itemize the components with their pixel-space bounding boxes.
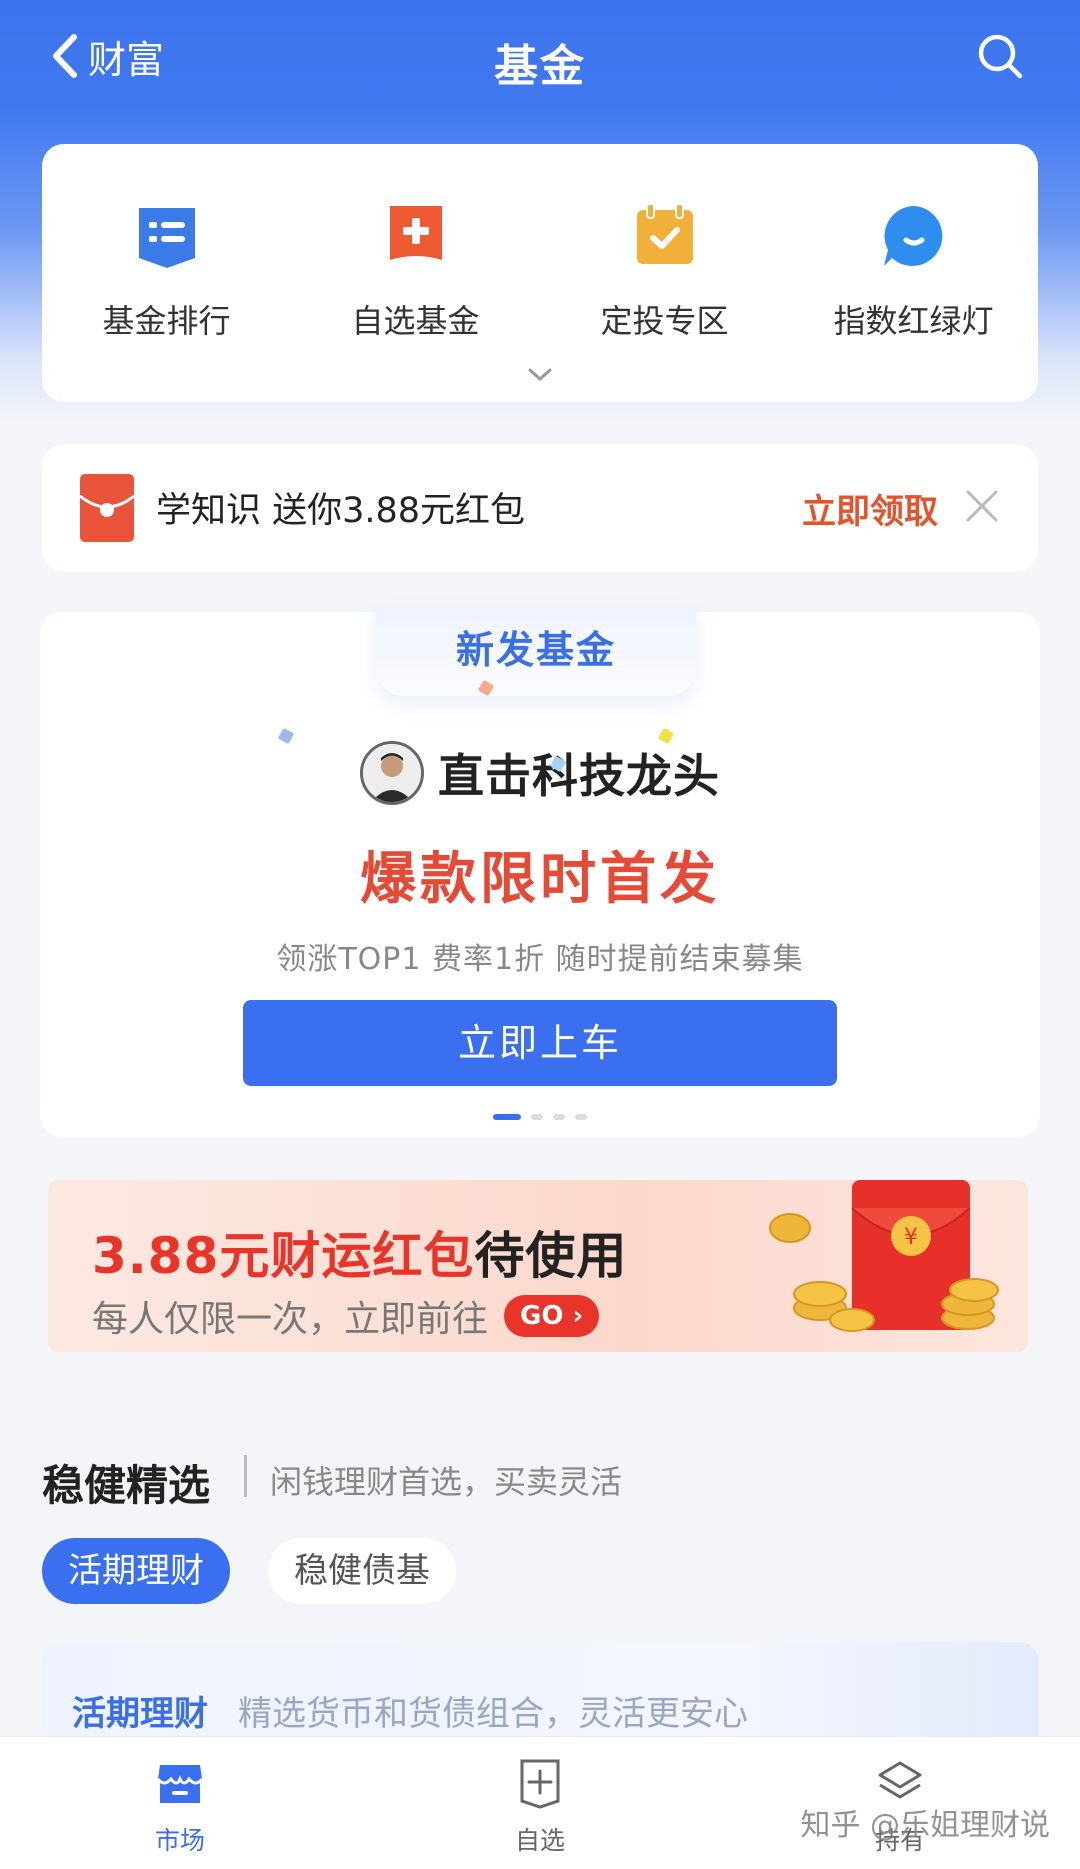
calendar-check-icon [636,203,693,264]
red-envelope-coins-illustration: ¥ [769,1180,999,1332]
quick-item-label: 指数红绿灯 [833,302,994,340]
quick-item-label: 自选基金 [351,302,480,340]
section-subtitle: 闲钱理财首选，买卖灵活 [270,1463,623,1501]
new-fund-slogan: 爆款限时首发 [360,847,720,912]
chip-stable-bond[interactable]: 稳健债基 [268,1538,456,1604]
red-packet-amount: 3.88元财运红包 [92,1227,475,1285]
new-fund-headline-row: 直击科技龙头 [40,740,1040,806]
close-icon[interactable] [964,488,1000,524]
quick-item-label: 定投专区 [600,302,729,340]
page-title: 基金 [494,41,586,92]
claim-now-button[interactable]: 立即领取 [802,484,938,533]
add-square-icon [520,1759,560,1809]
promo-text: 学知识 送你3.88元红包 [156,491,526,531]
fund-manager-avatar [360,741,424,805]
product-card-title: 活期理财 [72,1694,208,1734]
top-nav-bar: 财富 基金 [0,0,1080,115]
tab-label: 自选 [514,1826,565,1855]
tab-market[interactable]: 市场 [110,1757,250,1857]
store-icon [156,1765,204,1803]
red-packet-subtitle-row: 每人仅限一次，立即前往 GO › [92,1290,600,1342]
section-divider [244,1455,247,1497]
quick-item-fund-ranking[interactable]: 基金排行 [42,202,291,342]
quick-item-index-traffic-light[interactable]: 指数红绿灯 [789,202,1038,342]
carousel-dot [553,1114,565,1120]
carousel-dot [531,1114,543,1120]
quick-item-fixed-investment[interactable]: 定投专区 [540,202,789,342]
new-fund-subtitle: 领涨TOP1 费率1折 随时提前结束募集 [276,942,804,977]
tab-label: 市场 [154,1826,205,1855]
red-packet-status: 待使用 [474,1227,628,1285]
red-packet-title: 3.88元财运红包待使用 [92,1216,627,1288]
red-envelope-icon [80,474,134,542]
new-fund-tab: 新发基金 [376,604,696,696]
bookmark-plus-icon [389,206,442,260]
quick-item-watchlist-funds[interactable]: 自选基金 [291,202,540,342]
search-icon[interactable] [976,32,1024,80]
quick-item-label: 基金排行 [102,302,231,340]
red-packet-promo-row[interactable]: 学知识 送你3.88元红包 立即领取 [42,444,1038,572]
svg-text:¥: ¥ [904,1225,918,1250]
carousel-dot-active [493,1114,521,1120]
board-now-button[interactable]: 立即上车 [243,1000,837,1086]
carousel-dot [575,1114,587,1120]
carousel-indicator [40,1114,1040,1120]
watermark-text: 知乎 @乐姐理财说 [800,1808,1050,1843]
quick-menu-card: 基金排行 自选基金 定投专区 指数红绿灯 [42,144,1038,402]
list-icon [138,208,195,268]
chip-current-deposit[interactable]: 活期理财 [42,1538,230,1604]
red-packet-banner[interactable]: 3.88元财运红包待使用 每人仅限一次，立即前往 GO › ¥ [48,1180,1028,1352]
product-card-description: 精选货币和货债组合，灵活更安心 [238,1694,748,1734]
go-button[interactable]: GO › [504,1295,600,1337]
new-fund-card: 新发基金 直击科技龙头 爆款限时首发 领涨TOP1 费率1折 随时提前结束募集 … [40,604,1040,1137]
red-packet-subtitle: 每人仅限一次，立即前往 [92,1299,489,1340]
go-label: GO [520,1301,564,1331]
new-fund-headline: 直击科技龙头 [438,749,720,803]
tab-watchlist[interactable]: 自选 [470,1757,610,1857]
chevron-down-icon[interactable] [526,366,554,384]
section-title: 稳健精选 [42,1461,211,1510]
chat-bubble-icon [883,206,942,266]
